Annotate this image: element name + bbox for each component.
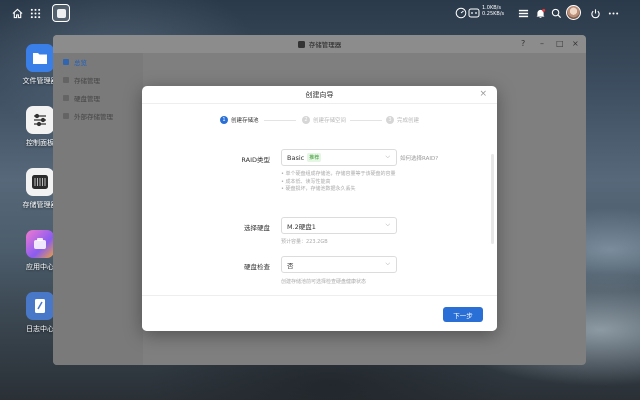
step-finish: 3 完成创建 (386, 116, 419, 124)
dialog-scrollbar[interactable] (491, 154, 494, 244)
raid-bullet: 硬盘损坏，存储池数据永久丢失 (281, 186, 401, 194)
disk-icon (63, 95, 69, 101)
user-avatar[interactable] (566, 5, 581, 20)
close-icon[interactable]: × (479, 89, 487, 99)
sidebar-item-label: 外部存储管理 (74, 113, 113, 121)
window-title-bar[interactable]: 存储管理器 ? – □ × (53, 35, 586, 53)
external-storage-icon (63, 113, 69, 119)
search-icon[interactable] (551, 5, 562, 21)
chevron-down-icon: ⌵ (385, 221, 390, 228)
step-create-space: 2 创建存储空间 (302, 116, 346, 124)
speedometer-icon[interactable] (455, 5, 467, 21)
sliders-icon (26, 106, 54, 134)
disk-check-label: 硬盘检查 (244, 263, 270, 271)
sidebar-item-overview[interactable]: 总览 (53, 53, 143, 71)
log-book-icon (26, 292, 54, 320)
raid-bullet: 单个硬盘组成存储池，存储容量等于该硬盘的容量 (281, 171, 401, 179)
step-connector (264, 120, 296, 121)
top-bar: 1.0KB/s 0.25KB/s (0, 0, 640, 26)
raid-type-select[interactable]: Basic 推荐 ⌵ (281, 149, 397, 166)
minimize-button[interactable]: – (540, 39, 544, 49)
network-icon[interactable] (468, 5, 480, 21)
chevron-down-icon: ⌵ (385, 153, 390, 160)
close-window-button[interactable]: × (572, 39, 579, 49)
step-number: 3 (386, 116, 394, 124)
recommended-badge: 推荐 (307, 153, 322, 162)
power-icon[interactable] (590, 5, 601, 21)
app-grid-icon[interactable] (28, 6, 42, 20)
step-connector (350, 120, 382, 121)
step-number: 1 (220, 116, 228, 124)
taskbar-storage-manager[interactable] (52, 4, 70, 22)
raid-description: 单个硬盘组成存储池，存储容量等于该硬盘的容量 成本低、读写性能高 硬盘损坏，存储… (281, 171, 401, 194)
step-number: 2 (302, 116, 310, 124)
disk-check-hint: 创建存储池前可选择检查硬盘健康状态 (281, 279, 367, 284)
sidebar-item-label: 总览 (74, 59, 87, 67)
disk-select[interactable]: M.2硬盘1 ⌵ (281, 217, 397, 234)
raid-bullet: 成本低、读写性能高 (281, 179, 401, 187)
step-create-pool: 1 创建存储池 (220, 116, 259, 124)
storage-icon (63, 77, 69, 83)
disk-check-select[interactable]: 否 ⌵ (281, 256, 397, 273)
network-speed: 1.0KB/s 0.25KB/s (482, 5, 504, 21)
sidebar-item-storage[interactable]: 存储管理 (53, 71, 143, 89)
storage-manager-icon (297, 40, 305, 48)
sidebar-item-disks[interactable]: 硬盘管理 (53, 89, 143, 107)
notification-bell-icon[interactable] (535, 5, 546, 21)
sidebar-item-label: 硬盘管理 (74, 95, 100, 103)
step-label: 创建存储空间 (313, 118, 347, 124)
wizard-steps: 1 创建存储池 2 创建存储空间 3 完成创建 (142, 116, 497, 128)
window-title: 存储管理器 (308, 41, 342, 49)
more-menu-icon[interactable] (608, 5, 619, 21)
chevron-down-icon: ⌵ (385, 260, 390, 267)
app-center-icon (26, 230, 54, 258)
dialog-footer: 下一步 (142, 295, 497, 331)
home-icon[interactable] (10, 6, 24, 20)
sidebar-item-label: 存储管理 (74, 77, 100, 85)
create-wizard-dialog: 创建向导 × 1 创建存储池 2 创建存储空间 3 完成创建 RAID类型 Ba… (142, 86, 497, 331)
step-label: 创建存储池 (231, 118, 259, 124)
net-down-speed: 0.25KB/s (482, 11, 505, 17)
select-disk-label: 选择硬盘 (244, 224, 270, 232)
step-label: 完成创建 (397, 118, 420, 124)
dialog-title: 创建向导 (305, 90, 334, 99)
disk-check-value: 否 (287, 261, 294, 270)
storage-manager-icon (56, 8, 66, 18)
raid-help-link[interactable]: 如何选择RAID? (400, 154, 438, 162)
raid-type-value: Basic (287, 153, 305, 162)
window-sidebar: 总览 存储管理 硬盘管理 外部存储管理 (53, 53, 143, 365)
next-button[interactable]: 下一步 (443, 307, 483, 322)
tasks-icon[interactable] (518, 5, 529, 21)
estimated-capacity: 预计容量：223.2GB (281, 239, 328, 245)
help-button[interactable]: ? (521, 39, 525, 49)
raid-type-label: RAID类型 (241, 156, 270, 164)
disk-select-value: M.2硬盘1 (287, 222, 316, 231)
storage-drive-icon (26, 168, 54, 196)
folder-icon (26, 44, 54, 72)
overview-icon (63, 59, 69, 65)
maximize-button[interactable]: □ (556, 39, 564, 49)
dialog-header: 创建向导 × (142, 86, 497, 104)
sidebar-item-external-storage[interactable]: 外部存储管理 (53, 107, 143, 125)
